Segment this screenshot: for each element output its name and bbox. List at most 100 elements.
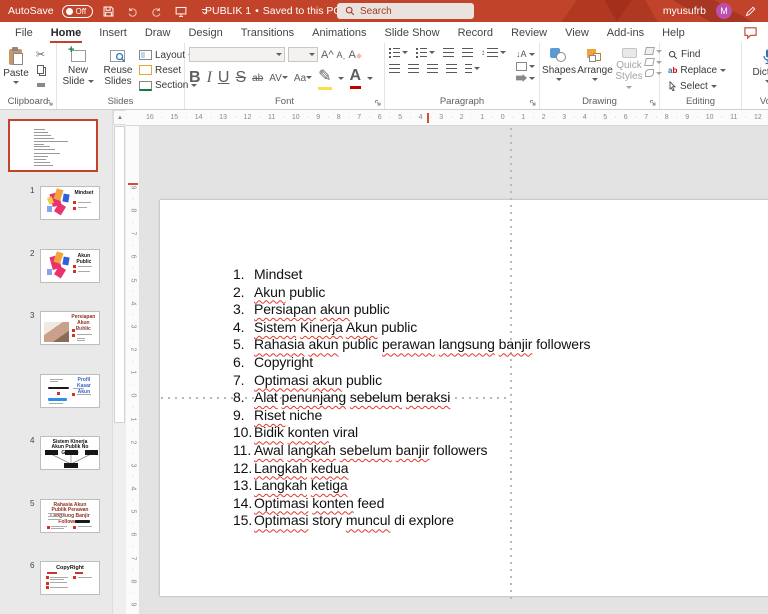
bold-button[interactable]: B <box>189 69 201 87</box>
tab-help[interactable]: Help <box>653 22 694 43</box>
new-slide-button[interactable]: + NewSlide <box>59 46 97 93</box>
thumbnail-slide-6[interactable]: CopyRight <box>40 561 100 595</box>
start-slideshow-icon[interactable] <box>173 3 189 19</box>
tab-add-ins[interactable]: Add-ins <box>598 22 653 43</box>
slide-list-item[interactable]: 10.Bidik konten viral <box>233 424 590 442</box>
user-name[interactable]: myusufrb <box>663 5 706 17</box>
avatar[interactable]: M <box>716 3 732 19</box>
tab-design[interactable]: Design <box>179 22 231 43</box>
tab-view[interactable]: View <box>556 22 598 43</box>
slide-list-item[interactable]: 2.Akun public <box>233 284 590 302</box>
dictate-button[interactable]: Dictate <box>748 46 768 93</box>
bullets-button[interactable] <box>389 48 408 57</box>
scrollbar-thumb[interactable] <box>114 126 125 423</box>
drawing-dialog-launcher[interactable] <box>649 99 657 107</box>
copy-icon[interactable] <box>32 62 49 77</box>
slide-list-item[interactable]: 14.Optimasi konten feed <box>233 495 590 513</box>
underline-button[interactable]: U <box>218 69 230 87</box>
align-left-icon[interactable] <box>389 64 400 73</box>
find-button[interactable]: Find <box>668 48 741 62</box>
font-dialog-launcher[interactable] <box>374 99 382 107</box>
strikethrough-button[interactable]: S <box>235 69 246 87</box>
arrange-button[interactable]: Arrange <box>577 46 613 93</box>
thumbnail-slide-1[interactable]: Mindset <box>40 186 100 220</box>
quick-styles-button[interactable]: QuickStyles <box>614 46 644 93</box>
font-color-button[interactable]: A <box>350 67 362 89</box>
thumbnail-scrollbar[interactable]: ▲ <box>112 110 126 614</box>
slide-list-item[interactable]: 13.Langkah ketiga <box>233 477 590 495</box>
justify-icon[interactable] <box>446 64 457 73</box>
tab-file[interactable]: File <box>6 22 42 43</box>
reuse-slides-button[interactable]: ReuseSlides <box>99 46 137 93</box>
slide-list-item[interactable]: 7.Optimasi akun public <box>233 372 590 390</box>
character-spacing-button[interactable]: AV <box>269 73 288 84</box>
increase-indent-icon[interactable] <box>462 48 473 57</box>
change-case-button[interactable]: Aa <box>294 73 312 84</box>
document-title[interactable]: PUBLIK 1 • Saved to this PC <box>205 0 353 22</box>
line-spacing-button[interactable]: ↕ <box>481 48 506 57</box>
select-button[interactable]: Select <box>668 79 741 93</box>
thumbnail-current-slide[interactable] <box>8 119 98 172</box>
save-icon[interactable] <box>101 3 117 19</box>
paste-button[interactable]: Paste <box>0 46 32 93</box>
slide-list-item[interactable]: 12.Langkah kedua <box>233 460 590 478</box>
find-icon <box>668 50 678 60</box>
comments-icon[interactable] <box>743 26 758 40</box>
slide-list-item[interactable]: 8.Alat penunjang sebelum beraksi <box>233 389 590 407</box>
search-box[interactable] <box>337 3 474 19</box>
undo-icon[interactable] <box>125 3 141 19</box>
replace-button[interactable]: ab Replace <box>668 64 741 78</box>
numbering-button[interactable] <box>416 48 435 57</box>
shrink-font-button[interactable]: A˯ <box>337 50 346 60</box>
align-right-icon[interactable] <box>427 64 438 73</box>
tab-animations[interactable]: Animations <box>303 22 375 43</box>
thumbnail-slide-2[interactable]: Akun Public <box>40 249 100 283</box>
italic-button[interactable]: I <box>207 69 212 87</box>
format-painter-icon[interactable] <box>32 77 49 92</box>
slide-list-item[interactable]: 6.Copyright <box>233 354 590 372</box>
paragraph-dialog-launcher[interactable] <box>529 99 537 107</box>
columns-button[interactable] <box>465 64 480 73</box>
slide-list[interactable]: 1.Mindset2.Akun public3.Persiapan akun p… <box>233 266 590 530</box>
clear-formatting-button[interactable]: A <box>349 49 361 61</box>
thumbnail-slide-profile[interactable]: Profil Kasar Akun <box>40 374 100 408</box>
thumbnail-slide-3[interactable]: Persiapan Akun Public <box>40 311 100 345</box>
autosave-toggle[interactable]: Off <box>62 5 93 18</box>
highlight-button[interactable]: ✎ <box>318 66 331 90</box>
tab-transitions[interactable]: Transitions <box>232 22 303 43</box>
scroll-up-icon[interactable]: ▲ <box>113 110 127 125</box>
text-direction-button[interactable]: ↓A <box>516 49 535 59</box>
editing-canvas[interactable]: 1.Mindset2.Akun public3.Persiapan akun p… <box>140 126 768 614</box>
align-text-button[interactable] <box>516 62 535 71</box>
convert-smartart-button[interactable] <box>516 74 535 82</box>
slide-list-item[interactable]: 9.Riset niche <box>233 407 590 425</box>
slide-list-item[interactable]: 5.Rahasia akun public perawan langsung b… <box>233 336 590 354</box>
thumbnail-slide-5[interactable]: Rahasia Akun Publik Perawan Langsung Ban… <box>40 499 100 533</box>
tab-slide-show[interactable]: Slide Show <box>376 22 449 43</box>
vertical-ruler[interactable]: 9·8·7·6·5·4·3·2·1·0·1·2·3·4·5·6·7·8·9 <box>126 126 140 614</box>
font-name-combo[interactable] <box>189 47 285 62</box>
slide-list-item[interactable]: 15.Optimasi story muncul di explore <box>233 512 590 530</box>
slide-list-item[interactable]: 1.Mindset <box>233 266 590 284</box>
slide-list-item[interactable]: 4.Sistem Kinerja Akun public <box>233 319 590 337</box>
horizontal-ruler[interactable]: 16·15·14·13·12·11·10·9·8·7·6·5·4·3·2·1·0… <box>140 110 768 126</box>
grow-font-button[interactable]: A^ <box>321 49 334 61</box>
shapes-button[interactable]: Shapes <box>542 46 576 93</box>
cut-icon[interactable]: ✂ <box>32 47 49 62</box>
search-input[interactable] <box>360 6 450 17</box>
slide-list-item[interactable]: 3.Persiapan akun public <box>233 301 590 319</box>
tab-draw[interactable]: Draw <box>136 22 180 43</box>
thumbnail-slide-4[interactable]: Sistem Kinerja Akun Publik No Ghalup <box>40 436 100 470</box>
clipboard-dialog-launcher[interactable] <box>46 99 54 107</box>
redo-icon[interactable] <box>149 3 165 19</box>
strikethrough-ab-button[interactable]: ab <box>252 73 263 84</box>
font-size-combo[interactable] <box>288 47 318 62</box>
tab-review[interactable]: Review <box>502 22 556 43</box>
pen-icon[interactable] <box>742 3 758 19</box>
tab-insert[interactable]: Insert <box>90 22 136 43</box>
slide-list-item[interactable]: 11.Awal langkah sebelum banjir followers <box>233 442 590 460</box>
tab-home[interactable]: Home <box>42 22 91 43</box>
align-center-icon[interactable] <box>408 64 419 73</box>
decrease-indent-icon[interactable] <box>443 48 454 57</box>
tab-record[interactable]: Record <box>449 22 502 43</box>
